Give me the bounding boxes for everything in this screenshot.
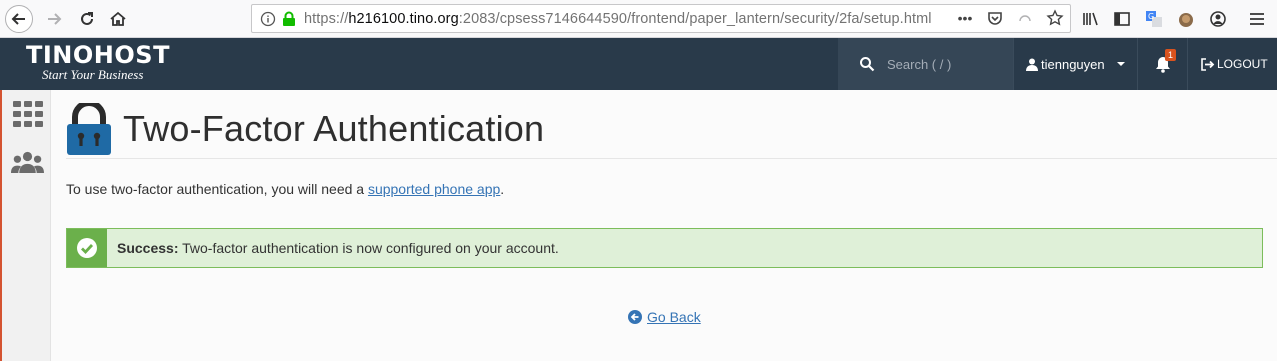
brand-name: TINOHOST — [26, 41, 170, 69]
url-scheme: https:// — [304, 10, 349, 27]
url-text[interactable]: https://h216100.tino.org:2083/cpsess7146… — [304, 11, 932, 27]
home-icon — [110, 11, 126, 26]
info-icon[interactable] — [260, 11, 276, 27]
brand-tagline: Start Your Business — [42, 67, 144, 82]
page-title: Two-Factor Authentication — [123, 108, 545, 149]
users-group-icon[interactable] — [11, 148, 44, 176]
url-path: :2083/cpsess7146644590/frontend/paper_la… — [458, 10, 932, 27]
search-placeholder: Search ( / ) — [887, 56, 952, 72]
page-header: Two-Factor Authentication — [66, 100, 544, 158]
secure-lock-icon[interactable] — [282, 11, 296, 27]
forward-button[interactable] — [40, 5, 68, 33]
title-divider — [66, 158, 1277, 159]
success-alert: Success: Two-factor authentication is no… — [66, 228, 1263, 268]
alert-message: Two-factor authentication is now configu… — [178, 240, 559, 256]
url-bar[interactable]: https://h216100.tino.org:2083/cpsess7146… — [251, 4, 1071, 33]
caret-down-icon — [1116, 62, 1125, 66]
username: tiennguyen — [1041, 56, 1105, 72]
brand-logo[interactable]: TINOHOST Start Your Business — [26, 41, 170, 83]
home-grid-icon[interactable] — [11, 100, 44, 128]
logout-button[interactable]: LOGOUT — [1187, 38, 1277, 90]
user-icon — [1026, 58, 1038, 71]
logout-label: LOGOUT — [1217, 57, 1268, 71]
user-menu[interactable]: tiennguyen — [1013, 38, 1137, 90]
hamburger-menu-icon[interactable] — [1247, 9, 1267, 29]
arrow-circle-left-icon — [628, 310, 642, 324]
sidebar — [2, 90, 51, 361]
intro-text: To use two-factor authentication, you wi… — [66, 181, 504, 197]
library-icon[interactable] — [1080, 9, 1100, 29]
browser-toolbar: https://h216100.tino.org:2083/cpsess7146… — [0, 0, 1277, 38]
account-icon[interactable] — [1208, 9, 1228, 29]
alert-text: Success: Two-factor authentication is no… — [117, 240, 559, 256]
back-button[interactable] — [5, 5, 33, 33]
cpanel-header: TINOHOST Start Your Business Search ( / … — [0, 38, 1277, 90]
reload-button[interactable] — [73, 5, 101, 33]
notifications-button[interactable]: 1 — [1137, 38, 1187, 90]
arrow-left-icon — [11, 13, 25, 25]
reload-icon — [81, 12, 93, 25]
alert-icon-box — [67, 229, 107, 267]
extension-icon[interactable] — [1176, 9, 1196, 29]
search-input[interactable]: Search ( / ) — [838, 38, 1013, 90]
go-back-label: Go Back — [647, 309, 701, 325]
logout-icon — [1201, 57, 1215, 71]
notification-badge: 1 — [1165, 49, 1177, 61]
search-icon — [860, 57, 875, 72]
toolbar-right: G — [1080, 9, 1228, 29]
translate-extension-icon[interactable]: G — [1144, 9, 1164, 29]
arrow-right-icon — [48, 13, 62, 25]
check-circle-icon — [77, 238, 97, 258]
intro-suffix: . — [500, 181, 505, 197]
bookmark-star-icon[interactable] — [1046, 9, 1064, 27]
url-actions: ••• — [956, 9, 1064, 27]
pocket-icon[interactable] — [986, 9, 1004, 27]
padlock-icon — [67, 103, 111, 155]
alert-strong: Success: — [117, 240, 179, 256]
go-back-link[interactable]: Go Back — [628, 309, 701, 325]
page-actions-button[interactable]: ••• — [956, 9, 974, 27]
svg-text:G: G — [1148, 12, 1154, 21]
url-host: h216100.tino.org — [348, 10, 459, 27]
home-button[interactable] — [104, 5, 132, 33]
sidebar-toggle-icon[interactable] — [1112, 9, 1132, 29]
intro-prefix: To use two-factor authentication, you wi… — [66, 181, 368, 197]
supported-phone-app-link[interactable]: supported phone app — [368, 181, 500, 197]
reader-icon[interactable] — [1016, 9, 1034, 27]
